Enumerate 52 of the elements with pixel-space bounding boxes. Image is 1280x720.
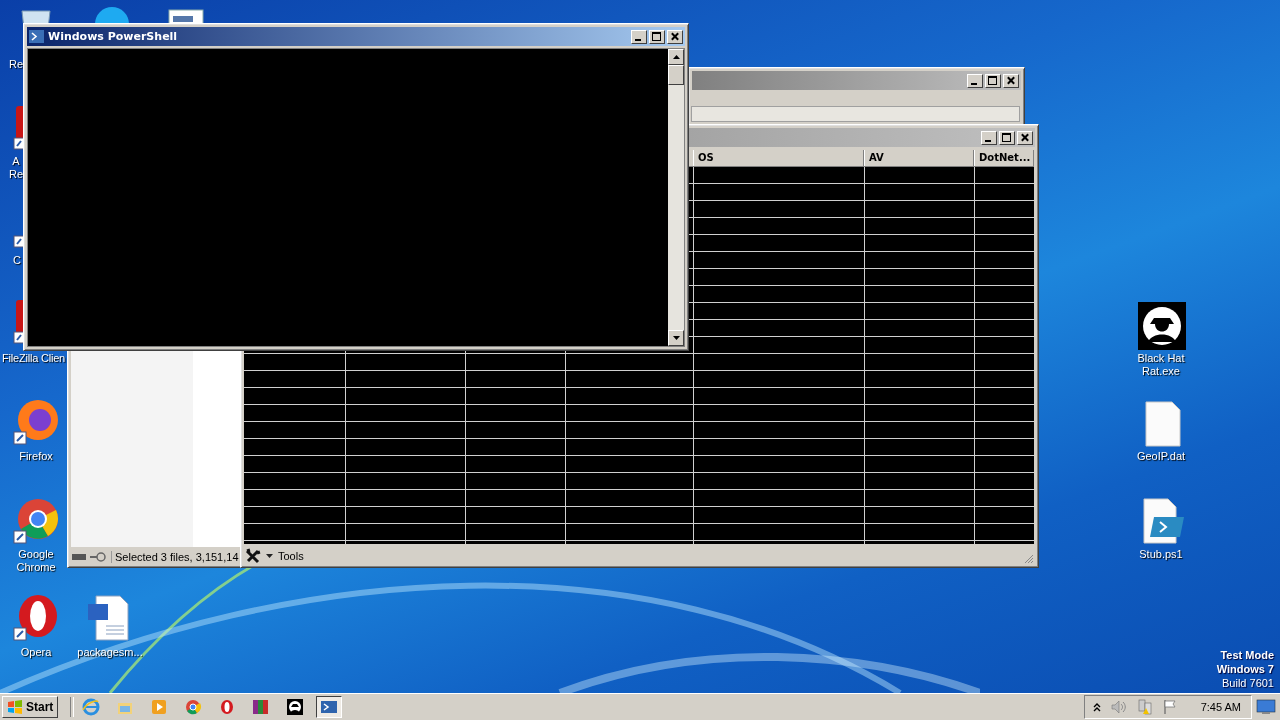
input-field[interactable]: [691, 106, 1020, 122]
icon-label: Re: [7, 58, 25, 71]
hat-man-icon: [286, 698, 305, 716]
scrollbar[interactable]: [668, 49, 684, 346]
system-text: Test Mode: [1220, 648, 1274, 662]
column-header[interactable]: OS: [693, 150, 864, 166]
archive-icon: [252, 698, 271, 716]
fox-icon[interactable]: [12, 398, 60, 446]
chevron-up-icon[interactable]: [1092, 702, 1101, 712]
icon-label: C: [12, 254, 22, 267]
icon-label: Firefox: [18, 450, 54, 463]
powershell-icon: [320, 698, 339, 716]
resize-grip-icon[interactable]: [1024, 554, 1034, 564]
chrome-icon[interactable]: [12, 497, 60, 545]
show-desktop-icon[interactable]: [1256, 699, 1276, 715]
status-text: Selected 3 files, 3,151,14: [111, 551, 239, 563]
window-title: Windows PowerShell: [48, 30, 178, 43]
drive-icon: [71, 551, 107, 563]
down-arrow-icon[interactable]: [672, 336, 680, 340]
scroll-thumb[interactable]: [668, 65, 684, 85]
column-header[interactable]: DotNet...: [974, 150, 1034, 166]
icon-label: A Re: [7, 155, 25, 181]
app-icon[interactable]: [12, 298, 23, 346]
browser-icon: [82, 698, 101, 716]
opera-icon[interactable]: [12, 594, 60, 642]
icon-label: Stub.ps1: [1138, 548, 1184, 561]
powershell-icon: [29, 30, 44, 43]
icon-label: Black Hat Rat.exe: [1136, 352, 1186, 378]
wrench-icon[interactable]: [245, 547, 261, 564]
media-player-icon: [150, 698, 169, 716]
icon-label: packagesm...: [76, 646, 144, 659]
close-button[interactable]: [667, 29, 683, 44]
hat-man-icon[interactable]: [1138, 302, 1186, 350]
clock[interactable]: 7:45 AM: [1200, 701, 1241, 713]
system-text: Windows 7: [1216, 662, 1274, 676]
system-text: Build 7601: [1222, 676, 1274, 690]
icon-label: Opera: [19, 646, 53, 659]
icon-label: GeoIP.dat: [1135, 450, 1187, 463]
caret-icon[interactable]: [266, 553, 273, 558]
taskbar-button[interactable]: [316, 696, 343, 718]
icon-label: Google Chrome: [15, 548, 57, 574]
start-button[interactable]: Start: [2, 696, 59, 718]
chrome-icon: [184, 698, 203, 716]
windows-flag-icon: [7, 700, 23, 714]
flag-icon[interactable]: [1162, 699, 1177, 715]
up-arrow-icon[interactable]: [672, 55, 680, 59]
column-header[interactable]: AV: [864, 150, 974, 166]
tools-menu[interactable]: Tools: [278, 549, 304, 562]
app-icon[interactable]: [12, 104, 23, 152]
minimize-button[interactable]: [631, 29, 647, 44]
maximize-button[interactable]: [649, 29, 665, 44]
icon-label: FileZilla Clien: [2, 352, 66, 365]
